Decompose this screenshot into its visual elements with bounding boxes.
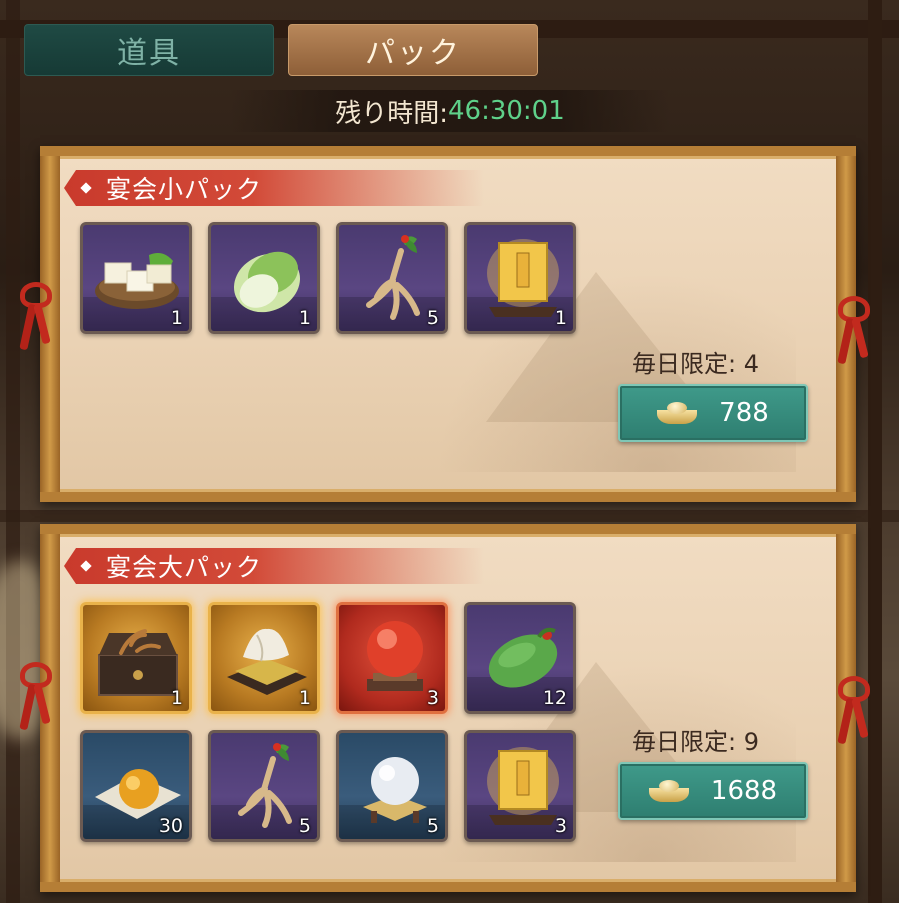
item-count: 5 xyxy=(298,815,311,837)
item-slot[interactable]: 3 xyxy=(464,730,576,842)
item-count: 1 xyxy=(170,687,183,709)
buy-button[interactable]: 1688 xyxy=(618,762,808,820)
tab-items[interactable]: 道具 xyxy=(24,24,274,76)
item-slot[interactable]: 1 xyxy=(208,602,320,714)
diamond-icon xyxy=(80,182,92,194)
remaining-time: 残り時間: 46:30:01 xyxy=(230,90,670,132)
daily-limit: 毎日限定: 9 xyxy=(632,728,759,756)
tofu-icon xyxy=(95,253,179,309)
item-count: 1 xyxy=(298,307,311,329)
buy-button[interactable]: 788 xyxy=(618,384,808,442)
item-count: 3 xyxy=(554,815,567,837)
daily-limit: 毎日限定: 4 xyxy=(632,350,759,378)
item-slot[interactable]: 30 xyxy=(80,730,192,842)
item-slot[interactable]: 1 xyxy=(208,222,320,334)
item-count: 3 xyxy=(426,687,439,709)
lantern-icon xyxy=(487,747,559,825)
pack-card-large: 宴会大パック 1 1 3 12 30 5 5 3 毎日限定: 9 1688 xyxy=(40,524,856,892)
item-count: 1 xyxy=(170,307,183,329)
tab-pack[interactable]: パック xyxy=(288,24,538,76)
ginseng-icon xyxy=(366,235,420,320)
red-knot-decoration xyxy=(16,282,56,352)
item-count: 12 xyxy=(542,687,567,709)
item-slot[interactable]: 1 xyxy=(80,602,192,714)
gold-ingot-icon xyxy=(657,402,698,424)
gold-ingot-icon xyxy=(648,780,689,802)
item-slot[interactable]: 12 xyxy=(464,602,576,714)
remaining-time-label: 残り時間: xyxy=(335,98,448,129)
cabbage-icon xyxy=(233,251,301,313)
ginseng-icon xyxy=(238,743,292,828)
pack-title-ribbon: 宴会大パック xyxy=(64,548,484,584)
pack-title: 宴会小パック xyxy=(106,175,263,204)
price: 788 xyxy=(719,398,769,428)
red-knot-decoration xyxy=(16,662,56,732)
background-post xyxy=(868,0,882,903)
item-count: 1 xyxy=(298,687,311,709)
item-slot[interactable]: 1 xyxy=(464,222,576,334)
item-slot[interactable]: 5 xyxy=(208,730,320,842)
item-slot[interactable]: 1 xyxy=(80,222,192,334)
item-count: 1 xyxy=(554,307,567,329)
item-count: 30 xyxy=(158,815,183,837)
background-beam xyxy=(0,510,899,522)
remaining-time-value: 46:30:01 xyxy=(447,96,565,126)
item-count: 5 xyxy=(426,815,439,837)
red-knot-decoration xyxy=(834,296,874,366)
item-count: 5 xyxy=(426,307,439,329)
item-slot[interactable]: 5 xyxy=(336,730,448,842)
pack-title: 宴会大パック xyxy=(106,553,263,582)
diamond-icon xyxy=(80,560,92,572)
lantern-icon xyxy=(487,239,559,317)
background-post xyxy=(6,0,20,903)
price: 1688 xyxy=(710,776,778,806)
item-slot[interactable]: 5 xyxy=(336,222,448,334)
red-knot-decoration xyxy=(834,676,874,746)
item-slot[interactable]: 3 xyxy=(336,602,448,714)
pack-card-small: 宴会小パック 1 1 5 1 毎日限定: 4 788 xyxy=(40,146,856,502)
pack-title-ribbon: 宴会小パック xyxy=(64,170,484,206)
